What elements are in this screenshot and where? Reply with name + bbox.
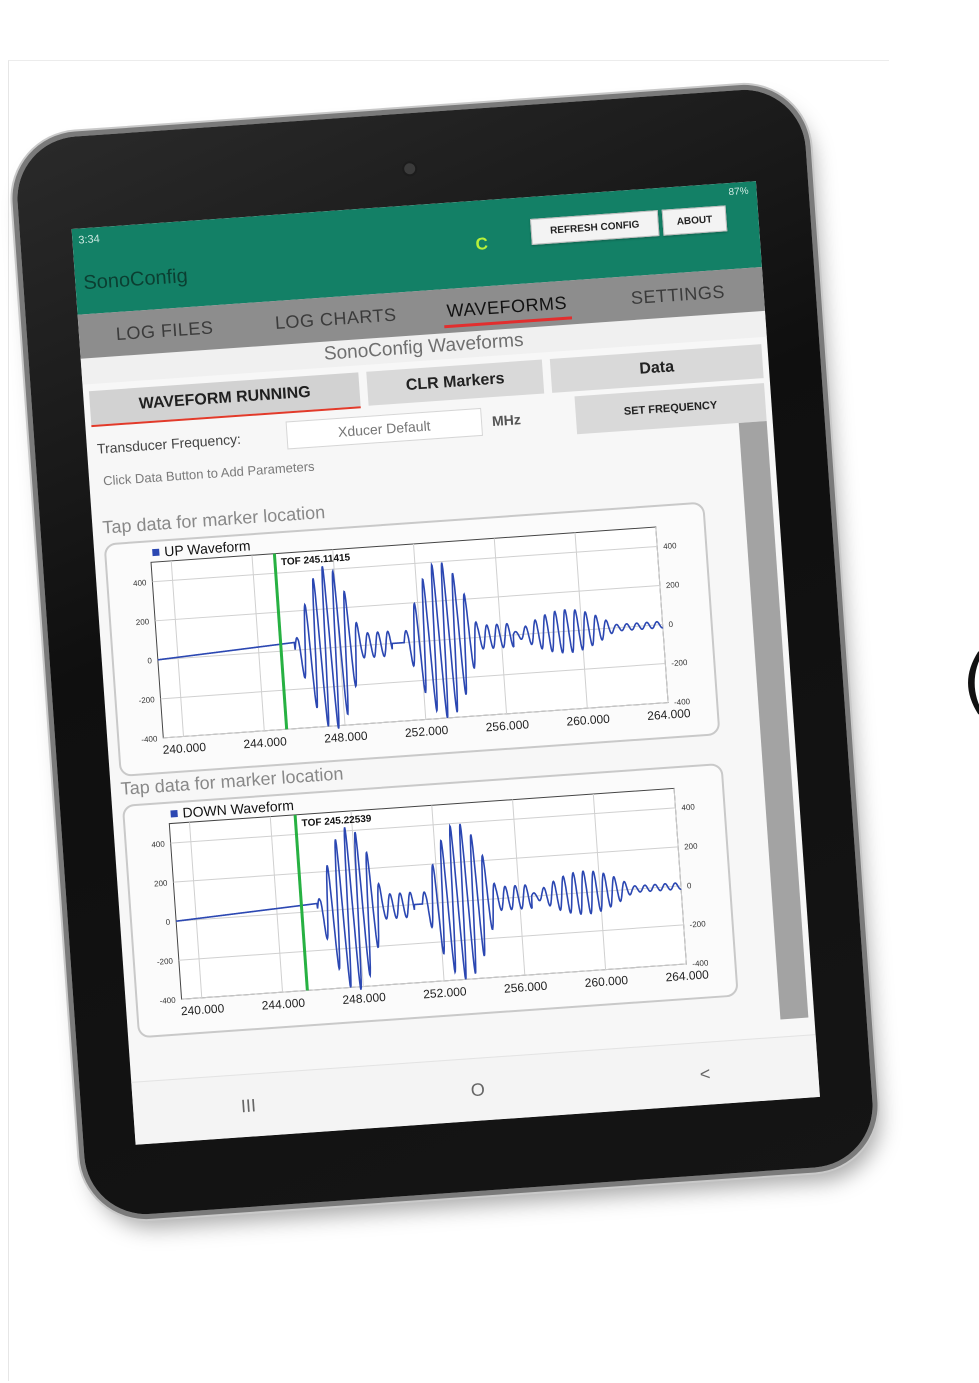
- legend-swatch: [170, 810, 178, 818]
- x-tick-label: 256.000: [504, 979, 549, 996]
- plot-area: [150, 526, 669, 739]
- y-tick-label-right: 200: [684, 841, 698, 851]
- x-tick-label: 240.000: [180, 1001, 225, 1018]
- y-tick-label-right: -200: [671, 658, 688, 668]
- screen: 3:34 87% SonoConfig C REFRESH CONFIG ABO…: [71, 181, 820, 1145]
- x-tick-label: 260.000: [584, 973, 629, 990]
- x-tick-label: 244.000: [261, 996, 306, 1013]
- recents-icon[interactable]: III: [240, 1095, 256, 1117]
- x-tick-label: 240.000: [162, 740, 207, 757]
- y-tick-label-left: 400: [151, 840, 165, 850]
- y-tick-label-left: 200: [136, 617, 150, 627]
- x-tick-label: 260.000: [566, 712, 611, 729]
- battery-indicator: 87%: [728, 185, 749, 199]
- x-tick-label: 244.000: [243, 734, 288, 751]
- back-icon[interactable]: <: [699, 1063, 711, 1085]
- y-tick-label-right: -400: [674, 697, 691, 707]
- y-tick-label-left: 200: [154, 879, 168, 889]
- y-tick-label-left: 0: [165, 918, 171, 927]
- refresh-config-button[interactable]: REFRESH CONFIG: [530, 210, 660, 245]
- y-tick-label-right: 0: [687, 881, 693, 890]
- y-tick-label-left: 400: [133, 578, 147, 588]
- down-waveform-card[interactable]: 240.000 244.000 248.000 252.000 256.000 260.0…: [121, 762, 739, 1039]
- x-tick-label: 248.000: [342, 990, 387, 1007]
- y-tick-label-left: 0: [147, 656, 153, 665]
- plot-area: [168, 787, 687, 1000]
- up-waveform-card[interactable]: 240.000 244.000 248.000 252.000 256.000 260.0…: [103, 501, 721, 777]
- y-tick-label-right: 200: [666, 580, 680, 590]
- up-waveform-chart[interactable]: 240.000 244.000 248.000 252.000 256.000 260.0…: [106, 504, 719, 775]
- x-tick-label: 256.000: [485, 717, 530, 734]
- y-tick-label-right: 400: [681, 802, 695, 812]
- y-tick-label-right: -200: [689, 919, 706, 929]
- x-tick-label: 248.000: [324, 729, 369, 746]
- about-button[interactable]: ABOUT: [661, 205, 728, 236]
- x-tick-label: 252.000: [423, 984, 468, 1001]
- y-tick-label-right: 400: [663, 541, 677, 551]
- x-tick-label: 252.000: [404, 723, 449, 740]
- edge-glyph: (: [962, 640, 979, 722]
- y-tick-label-left: -200: [157, 957, 174, 967]
- clr-markers-button[interactable]: CLR Markers: [366, 359, 545, 406]
- y-tick-label-left: -200: [138, 695, 155, 705]
- x-tick-label: 264.000: [647, 706, 692, 723]
- frequency-label: Transducer Frequency:: [96, 430, 242, 457]
- y-tick-label-left: -400: [159, 996, 176, 1006]
- status-time: 3:34: [77, 233, 101, 247]
- home-icon[interactable]: O: [470, 1079, 485, 1101]
- legend-swatch: [152, 548, 160, 557]
- tablet-device: 3:34 87% SonoConfig C REFRESH CONFIG ABO…: [13, 85, 877, 1219]
- app-title: SonoConfig: [82, 265, 189, 295]
- frequency-unit: MHz: [491, 411, 522, 430]
- down-waveform-chart[interactable]: 240.000 244.000 248.000 252.000 256.000 260.0…: [124, 765, 737, 1036]
- x-tick-label: 264.000: [665, 967, 710, 984]
- connection-indicator: C: [474, 234, 489, 254]
- y-tick-label-right: 0: [668, 620, 674, 629]
- y-tick-label-right: -400: [692, 958, 709, 968]
- y-tick-label-left: -400: [141, 734, 158, 744]
